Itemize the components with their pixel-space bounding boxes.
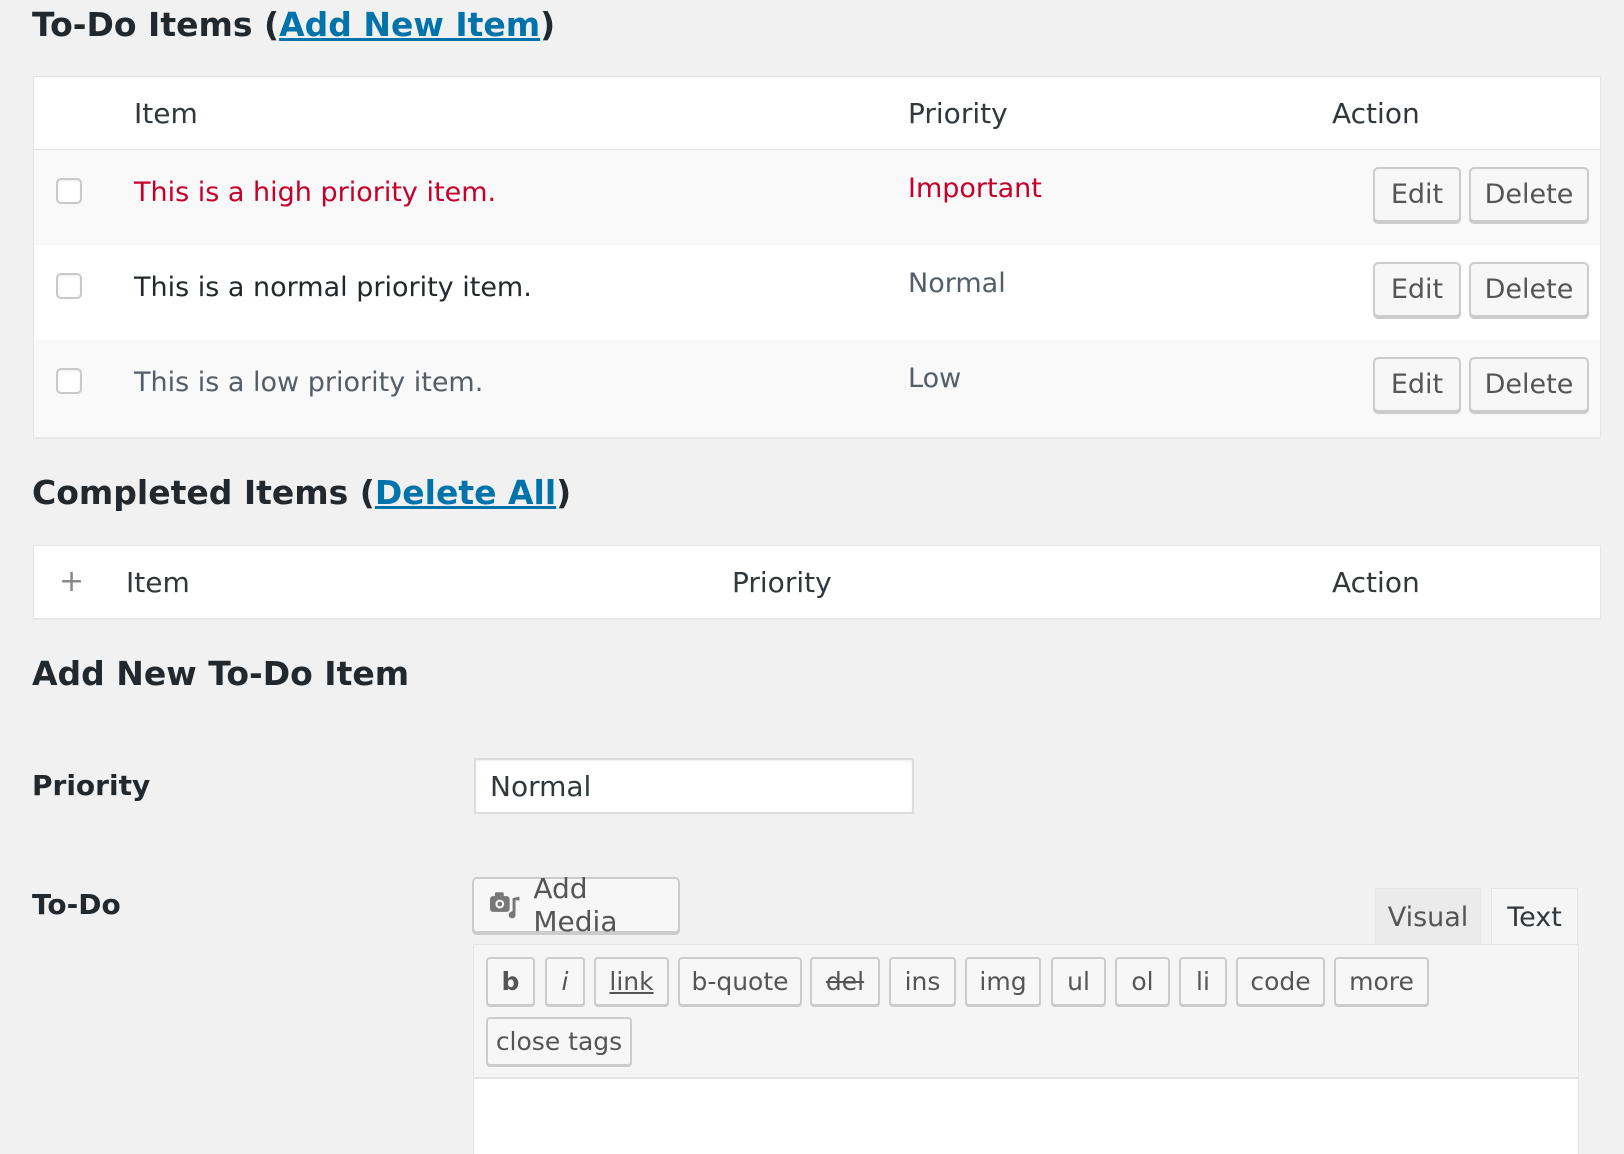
row-checkbox[interactable] (56, 368, 82, 394)
completed-heading-text: Completed Items ( (32, 473, 375, 512)
completed-table-header: + Item Priority Action (34, 546, 1600, 618)
delete-button[interactable]: Delete (1469, 357, 1589, 412)
quicktag-link-button[interactable]: link (594, 957, 669, 1006)
quicktag-li-button[interactable]: li (1179, 957, 1227, 1006)
table-row: This is a high priority item. Important … (34, 150, 1600, 245)
priority-text: Important (908, 173, 1042, 204)
delete-button[interactable]: Delete (1469, 262, 1589, 317)
row-checkbox[interactable] (56, 178, 82, 204)
priority-label: Priority (32, 769, 151, 802)
todo-heading-text: To-Do Items ( (32, 5, 280, 44)
quicktag-del-button[interactable]: del (810, 957, 880, 1006)
page: To-Do Items (Add New Item) Item Priority… (0, 0, 1624, 1154)
quicktag-code-button[interactable]: code (1236, 957, 1325, 1006)
quicktag-bquote-button[interactable]: b-quote (678, 957, 802, 1006)
completed-heading-close: ) (556, 473, 572, 512)
header-action: Action (1332, 566, 1420, 599)
priority-text: Normal (908, 268, 1006, 299)
delete-button[interactable]: Delete (1469, 167, 1589, 222)
todo-heading-close: ) (540, 5, 556, 44)
item-text: This is a normal priority item. (134, 272, 532, 303)
header-action: Action (1332, 97, 1420, 130)
priority-input[interactable] (474, 758, 914, 814)
quicktags-toolbar: b i link b-quote del ins img ul ol li co… (473, 944, 1579, 1078)
header-priority: Priority (908, 97, 1008, 130)
quicktag-close-tags-button[interactable]: close tags (486, 1017, 632, 1066)
item-text: This is a high priority item. (134, 177, 497, 208)
todo-table: Item Priority Action This is a high prio… (33, 76, 1601, 438)
quicktag-bold-button[interactable]: b (486, 957, 535, 1006)
todo-label: To-Do (32, 888, 121, 921)
add-new-heading: Add New To-Do Item (32, 654, 410, 693)
edit-button[interactable]: Edit (1373, 357, 1461, 412)
table-row: This is a normal priority item. Normal E… (34, 245, 1600, 340)
quicktag-italic-button[interactable]: i (545, 957, 585, 1006)
header-item: Item (126, 566, 190, 599)
edit-button[interactable]: Edit (1373, 167, 1461, 222)
completed-items-heading: Completed Items (Delete All) (32, 476, 571, 509)
quicktag-img-button[interactable]: img (965, 957, 1041, 1006)
header-item: Item (134, 97, 198, 130)
header-priority: Priority (732, 566, 832, 599)
expand-icon[interactable]: + (59, 564, 84, 599)
add-media-button[interactable]: Add Media (472, 872, 680, 938)
quicktag-more-button[interactable]: more (1334, 957, 1429, 1006)
todo-table-header: Item Priority Action (34, 77, 1600, 150)
priority-text: Low (908, 363, 962, 394)
quicktag-ins-button[interactable]: ins (889, 957, 956, 1006)
media-icon (489, 892, 520, 919)
add-media-label: Add Media (533, 872, 618, 938)
table-row: This is a low priority item. Low Edit De… (34, 340, 1600, 437)
row-checkbox[interactable] (56, 273, 82, 299)
delete-all-link[interactable]: Delete All (375, 473, 556, 512)
tab-visual[interactable]: Visual (1375, 888, 1481, 945)
quicktag-ol-button[interactable]: ol (1115, 957, 1170, 1006)
completed-table: + Item Priority Action (33, 545, 1601, 619)
todo-items-heading: To-Do Items (Add New Item) (32, 8, 555, 41)
edit-button[interactable]: Edit (1373, 262, 1461, 317)
quicktag-ul-button[interactable]: ul (1051, 957, 1106, 1006)
todo-editor-textarea[interactable] (473, 1078, 1579, 1154)
add-new-item-link[interactable]: Add New Item (279, 5, 540, 44)
tab-text[interactable]: Text (1491, 888, 1578, 945)
item-text: This is a low priority item. (134, 367, 484, 398)
